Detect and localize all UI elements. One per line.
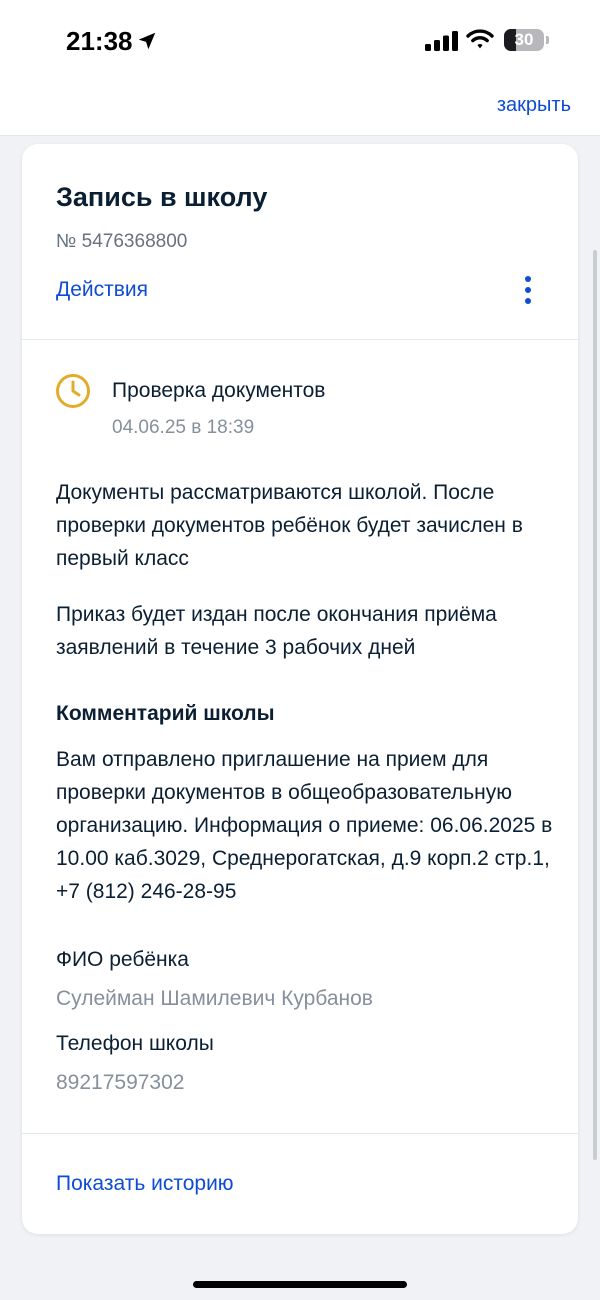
school-phone-label: Телефон школы <box>56 1032 214 1055</box>
child-name-value: Сулейман Шамилевич Курбанов <box>56 987 373 1010</box>
more-vertical-icon[interactable] <box>516 274 540 306</box>
status-title: Проверка документов <box>112 379 326 402</box>
close-button[interactable]: закрыть <box>497 94 571 117</box>
home-indicator[interactable] <box>193 1281 407 1288</box>
top-bar: закрыть <box>0 80 600 136</box>
page-title: Запись в школу <box>56 182 268 212</box>
scrollbar[interactable] <box>593 250 597 1160</box>
comment-text: Вам отправлено приглашение на прием для … <box>56 748 553 903</box>
wifi-icon <box>466 29 494 49</box>
location-arrow-icon <box>138 32 156 50</box>
status-description: Документы рассматриваются школой. После … <box>56 481 523 570</box>
child-name-label: ФИО ребёнка <box>56 948 189 971</box>
footer-divider <box>22 1133 578 1134</box>
battery-level: 30 <box>514 30 534 49</box>
header-divider <box>22 339 578 340</box>
application-card: Запись в школу № 5476368800 Действия Про… <box>22 144 578 1234</box>
status-bar: 21:38 30 <box>0 0 600 80</box>
application-number: № 5476368800 <box>56 231 188 252</box>
school-phone-value: 89217597302 <box>56 1071 185 1094</box>
status-date: 04.06.25 в 18:39 <box>112 417 255 438</box>
actions-link[interactable]: Действия <box>56 278 148 302</box>
status-time: 21:38 <box>66 26 133 56</box>
comment-title: Комментарий школы <box>56 702 275 725</box>
clock-icon <box>56 374 90 408</box>
battery-icon: 30 <box>504 29 544 51</box>
order-note: Приказ будет издан после окончания приём… <box>56 603 497 659</box>
battery-tip <box>546 36 549 44</box>
cellular-signal-icon <box>425 31 458 51</box>
show-history-link[interactable]: Показать историю <box>56 1172 234 1196</box>
